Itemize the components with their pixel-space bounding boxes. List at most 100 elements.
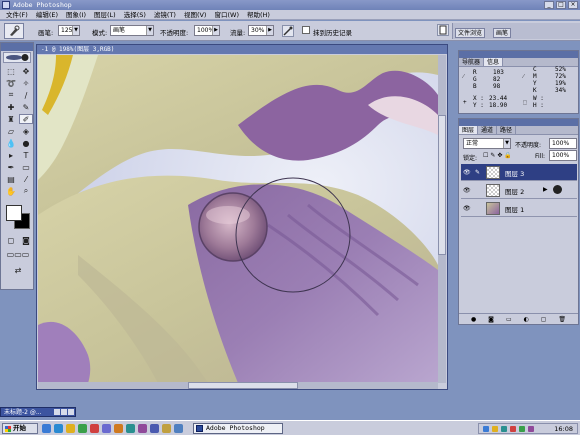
airbrush-toggle[interactable]	[282, 25, 294, 37]
screen-mode-icon[interactable]: ▭▭▭	[4, 249, 32, 259]
path-selection-tool-icon[interactable]: ▸	[4, 150, 18, 160]
erase-to-history-checkbox[interactable]	[302, 26, 310, 34]
media-icon[interactable]	[90, 424, 99, 433]
tab-layers[interactable]: 图层	[459, 126, 479, 134]
horizontal-scroll-thumb[interactable]	[188, 382, 298, 389]
paint-bucket-tool-icon[interactable]: ◈	[19, 126, 33, 136]
menu-edit[interactable]: 编辑(E)	[32, 10, 62, 20]
tab-brushes[interactable]: 画笔	[493, 28, 512, 38]
app-icon[interactable]	[162, 424, 171, 433]
eraser-tool-icon[interactable]: ▱	[4, 126, 18, 136]
adobe-online-button[interactable]	[3, 52, 31, 63]
shape-tool-icon[interactable]: ▭	[19, 162, 33, 172]
tab-navigator[interactable]: 导航器	[459, 58, 485, 66]
new-layer-icon[interactable]: ▢	[541, 316, 547, 323]
lasso-tool-icon[interactable]: ➰	[4, 78, 18, 88]
foreground-color-swatch[interactable]	[6, 205, 22, 221]
maximize-button[interactable]: □	[556, 1, 566, 9]
eye-icon[interactable]: 👁	[463, 169, 471, 176]
history-brush-tool-icon[interactable]: ✐	[19, 114, 33, 124]
menu-help[interactable]: 帮助(H)	[243, 10, 274, 20]
quick-mask-icon[interactable]: ◙	[19, 235, 33, 245]
expand-arrow-icon[interactable]: ▶	[543, 186, 548, 193]
new-set-icon[interactable]: ▭	[506, 316, 512, 323]
blur-tool-icon[interactable]: 💧	[4, 138, 18, 148]
add-mask-icon[interactable]: ◙	[488, 316, 494, 323]
hand-tool-icon[interactable]: ✋	[4, 186, 18, 196]
eyedropper-tool-icon[interactable]: ⁄	[19, 174, 33, 184]
minimize-button[interactable]: _	[544, 1, 554, 9]
ie-icon[interactable]	[54, 424, 63, 433]
vertical-scroll-thumb[interactable]	[438, 115, 446, 255]
blend-mode-select[interactable]: 正常 ▼	[463, 138, 511, 149]
tray-volume-icon[interactable]	[492, 426, 498, 432]
layer-effects-icon[interactable]	[553, 185, 562, 194]
layer-opacity-field[interactable]: 100%	[549, 138, 577, 149]
add-style-icon[interactable]: ●	[471, 316, 476, 323]
clone-stamp-tool-icon[interactable]: ♜	[4, 114, 18, 124]
start-button[interactable]: 开始	[2, 423, 38, 434]
tab-file-browser[interactable]: 文件浏览	[455, 28, 486, 38]
zoom-tool-icon[interactable]: ⌕	[19, 186, 33, 196]
app-icon[interactable]	[102, 424, 111, 433]
lock-icons[interactable]: ☐✎✥🔒	[483, 152, 514, 159]
trash-icon[interactable]: 🗑	[558, 316, 566, 323]
vertical-scrollbar[interactable]	[438, 55, 446, 383]
flow-field[interactable]: 30% ▶	[248, 25, 274, 36]
app-icon[interactable]	[150, 424, 159, 433]
menu-image[interactable]: 图象(I)	[62, 10, 90, 20]
menu-layer[interactable]: 图层(L)	[90, 10, 120, 20]
marquee-tool-icon[interactable]: ⬚	[4, 66, 18, 76]
app-icon[interactable]	[138, 424, 147, 433]
app-icon[interactable]	[126, 424, 135, 433]
tray-app-icon[interactable]	[519, 426, 525, 432]
palette-options-button[interactable]	[437, 24, 449, 36]
tray-app-icon[interactable]	[501, 426, 507, 432]
tray-app-icon[interactable]	[510, 426, 516, 432]
slice-tool-icon[interactable]: ∕	[19, 90, 33, 100]
type-tool-icon[interactable]: T	[19, 150, 33, 160]
tab-info[interactable]: 信息	[484, 58, 504, 66]
tab-channels[interactable]: 通道	[478, 126, 498, 134]
menu-file[interactable]: 文件(F)	[2, 10, 32, 20]
eye-icon[interactable]: 👁	[463, 187, 471, 194]
menu-filter[interactable]: 滤镜(T)	[150, 10, 180, 20]
eye-icon[interactable]: 👁	[463, 205, 471, 212]
app-icon[interactable]	[174, 424, 183, 433]
magic-wand-tool-icon[interactable]: ✧	[19, 78, 33, 88]
folder-icon[interactable]	[66, 424, 75, 433]
color-swatches[interactable]	[4, 203, 32, 231]
jump-to-imageready-icon[interactable]: ⇄	[4, 265, 32, 275]
standard-mode-icon[interactable]: ◻	[4, 235, 18, 245]
pen-tool-icon[interactable]: ✒	[4, 162, 18, 172]
minimized-document[interactable]: 未标题-2 @...	[0, 407, 76, 417]
tool-preset-picker[interactable]	[4, 23, 24, 39]
maximize-button[interactable]	[61, 409, 67, 415]
healing-brush-tool-icon[interactable]: ✚	[4, 102, 18, 112]
tray-network-icon[interactable]	[483, 426, 489, 432]
close-button[interactable]	[68, 409, 74, 415]
move-tool-icon[interactable]: ✥	[19, 66, 33, 76]
brush-size-picker[interactable]: 125 ▼	[58, 25, 80, 36]
outlook-icon[interactable]	[78, 424, 87, 433]
horizontal-scrollbar[interactable]	[38, 382, 438, 389]
close-button[interactable]: ×	[568, 1, 578, 9]
tray-app-icon[interactable]	[528, 426, 534, 432]
opacity-field[interactable]: 100% ▶	[194, 25, 220, 36]
layer-row[interactable]: 👁 图层 1	[461, 200, 577, 217]
layer-row[interactable]: 👁 图层 2 ▶	[461, 182, 577, 199]
restore-button[interactable]	[54, 409, 60, 415]
dodge-tool-icon[interactable]: ●	[19, 138, 33, 148]
adjustment-layer-icon[interactable]: ◐	[524, 316, 529, 323]
clock[interactable]: 16:08	[554, 425, 573, 433]
menu-view[interactable]: 视图(V)	[180, 10, 211, 20]
app-icon[interactable]	[114, 424, 123, 433]
brush-tool-icon[interactable]: ✎	[19, 102, 33, 112]
image-canvas[interactable]	[38, 55, 438, 383]
fill-field[interactable]: 100%	[549, 150, 577, 161]
desktop-icon[interactable]	[42, 424, 51, 433]
mode-select[interactable]: 画笔 ▼	[110, 25, 154, 36]
menu-window[interactable]: 窗口(W)	[210, 10, 243, 20]
taskbar-photoshop-button[interactable]: Adobe Photoshop	[193, 423, 283, 434]
crop-tool-icon[interactable]: ⌗	[4, 90, 18, 100]
